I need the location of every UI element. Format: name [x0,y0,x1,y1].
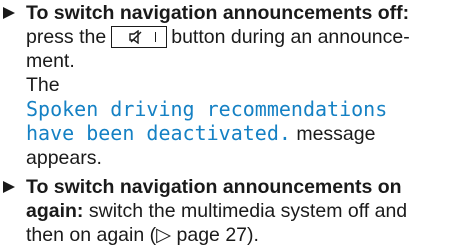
step-text-line: ment. [26,50,75,72]
instruction-step-1: To switch navigation announcements off: … [0,1,460,170]
instruction-step-2: To switch navigation announcements on ag… [0,175,460,247]
step-text-line: appears. [26,147,102,169]
step-text-line: then on again (▷ page 27). [26,224,259,246]
step-heading: To switch navigation announcements off: [26,2,410,24]
step-text-line: The [26,74,60,96]
step-text-line: press the button during an announce- [26,26,410,48]
step-text-line: have been deactivated. message [26,121,376,145]
step-text-line: again: switch the multimedia system off … [26,200,408,222]
display-message: Spoken driving recommendations [26,97,388,121]
mute-speaker-icon [129,30,142,44]
bullet-arrow-icon [3,181,15,193]
step-heading: To switch navigation announcements on [26,176,402,198]
bullet-arrow-icon [3,7,15,19]
mute-key [111,26,168,48]
display-message: have been deactivated. [26,121,291,145]
